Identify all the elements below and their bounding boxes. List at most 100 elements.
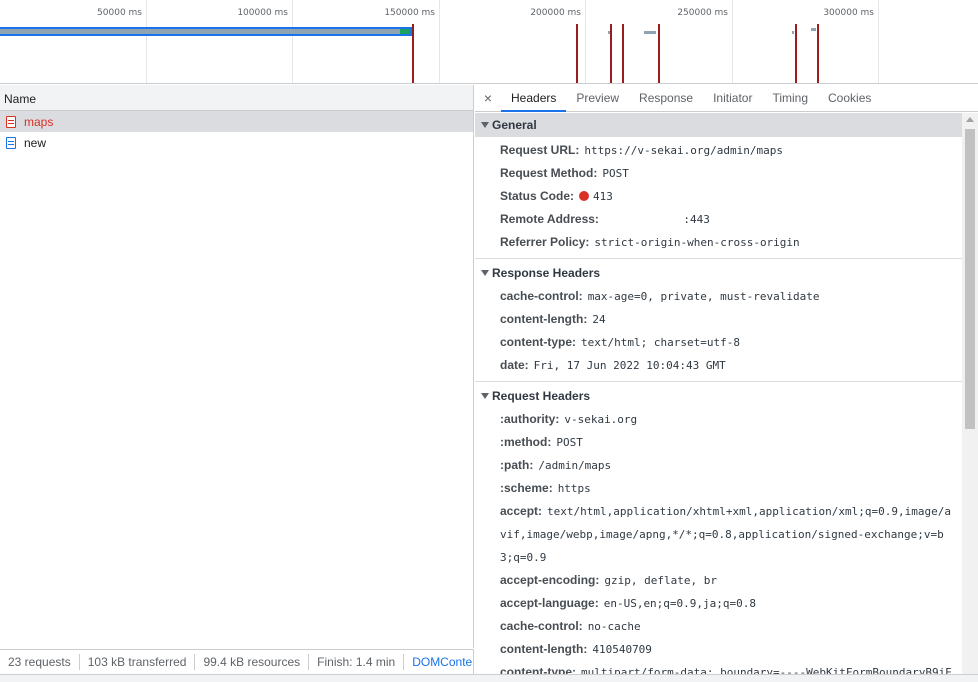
header-row: accept-encoding: gzip, deflate, br <box>475 569 962 592</box>
header-row: Status Code: 413 <box>475 185 962 208</box>
header-row: content-length: 410540709 <box>475 638 962 661</box>
request-headers-section-header[interactable]: Request Headers <box>475 384 962 408</box>
timeline-event-line <box>610 24 612 83</box>
header-row: content-type: multipart/form-data; bounda… <box>475 661 962 674</box>
resources-size: 99.4 kB resources <box>195 654 310 670</box>
request-mark <box>792 31 794 34</box>
header-key: Request URL: <box>500 143 580 157</box>
header-value[interactable]: text/html; charset=utf-8 <box>581 336 740 349</box>
timeline-event-line <box>576 24 578 83</box>
header-row: date: Fri, 17 Jun 2022 10:04:43 GMT <box>475 354 962 377</box>
header-key: :method: <box>500 435 552 449</box>
header-value[interactable]: Fri, 17 Jun 2022 10:04:43 GMT <box>534 359 726 372</box>
header-key: :scheme: <box>500 481 553 495</box>
header-value[interactable]: POST <box>602 167 629 180</box>
network-status-bar: 23 requests 103 kB transferred 99.4 kB r… <box>0 649 474 674</box>
header-row: cache-control: no-cache <box>475 615 962 638</box>
tick-label: 250000 ms <box>677 8 728 18</box>
tab-response[interactable]: Response <box>629 85 703 111</box>
request-row-new[interactable]: new <box>0 132 473 153</box>
general-section-header[interactable]: General <box>475 113 962 137</box>
request-details-panel: × Headers Preview Response Initiator Tim… <box>475 85 978 674</box>
header-value[interactable]: 410540709 <box>592 643 652 656</box>
timeline-event-line <box>795 24 797 83</box>
header-key: Remote Address: <box>500 212 599 226</box>
header-value[interactable]: 413 <box>593 190 613 203</box>
header-key: Status Code: <box>500 189 575 203</box>
details-tabbar: × Headers Preview Response Initiator Tim… <box>475 85 978 112</box>
header-row: Request Method: POST <box>475 162 962 185</box>
header-key: accept-language: <box>500 596 599 610</box>
name-column-header[interactable]: Name <box>0 85 473 111</box>
header-value[interactable]: text/html,application/xhtml+xml,applicat… <box>500 505 951 564</box>
domcontentloaded-link[interactable]: DOMConte <box>404 654 473 670</box>
header-value[interactable]: max-age=0, private, must-revalidate <box>588 290 820 303</box>
header-row: Request URL: https://v-sekai.org/admin/ma… <box>475 139 962 162</box>
network-overview-timeline[interactable]: 50000 ms 100000 ms 150000 ms 200000 ms 2… <box>0 0 978 84</box>
grid-line <box>439 0 440 83</box>
document-icon <box>6 115 16 128</box>
header-value[interactable]: /admin/maps <box>538 459 611 472</box>
timeline-event-line <box>658 24 660 83</box>
header-value[interactable]: 24 <box>592 313 605 326</box>
scroll-up-icon[interactable] <box>966 117 974 122</box>
header-value[interactable]: POST <box>556 436 583 449</box>
grid-line <box>732 0 733 83</box>
tick-label: 300000 ms <box>823 8 874 18</box>
document-icon <box>6 136 16 149</box>
header-key: accept: <box>500 504 543 518</box>
error-status-icon <box>579 191 590 201</box>
response-headers-section: Response Headers cache-control: max-age=0… <box>475 261 962 382</box>
header-row: accept: text/html,application/xhtml+xml,a… <box>475 500 962 569</box>
header-row: accept-language: en-US,en;q=0.9,ja;q=0.8 <box>475 592 962 615</box>
details-scrollbar[interactable] <box>962 113 978 674</box>
scrollbar-thumb[interactable] <box>965 129 975 429</box>
tick-label: 200000 ms <box>530 8 581 18</box>
tab-initiator[interactable]: Initiator <box>703 85 762 111</box>
header-key: :authority: <box>500 412 560 426</box>
grid-line <box>585 0 586 83</box>
header-row: Referrer Policy: strict-origin-when-cross… <box>475 231 962 254</box>
header-value[interactable]: v-sekai.org <box>564 413 637 426</box>
header-row: cache-control: max-age=0, private, must-r… <box>475 285 962 308</box>
header-row: :path: /admin/maps <box>475 454 962 477</box>
section-title: General <box>492 118 537 132</box>
request-name: new <box>24 135 47 150</box>
header-row: :authority: v-sekai.org <box>475 408 962 431</box>
triangle-down-icon <box>481 393 489 399</box>
header-value[interactable]: :443 <box>604 213 710 226</box>
response-headers-section-header[interactable]: Response Headers <box>475 261 962 285</box>
header-key: content-length: <box>500 312 588 326</box>
tab-cookies[interactable]: Cookies <box>818 85 881 111</box>
header-value[interactable]: strict-origin-when-cross-origin <box>594 236 799 249</box>
header-row: :scheme: https <box>475 477 962 500</box>
header-value[interactable]: en-US,en;q=0.9,ja;q=0.8 <box>604 597 756 610</box>
header-key: date: <box>500 358 529 372</box>
grid-line <box>292 0 293 83</box>
grid-line <box>878 0 879 83</box>
drawer-edge <box>0 674 978 682</box>
timeline-event-line <box>412 24 414 83</box>
triangle-down-icon <box>481 270 489 276</box>
triangle-down-icon <box>481 122 489 128</box>
tab-preview[interactable]: Preview <box>566 85 629 111</box>
headers-content: General Request URL: https://v-sekai.org/… <box>475 113 962 674</box>
header-value[interactable]: https://v-sekai.org/admin/maps <box>584 144 783 157</box>
tab-timing[interactable]: Timing <box>762 85 818 111</box>
grid-line <box>146 0 147 83</box>
request-list: Name maps new <box>0 85 474 648</box>
section-title: Response Headers <box>492 266 601 280</box>
request-row-maps[interactable]: maps <box>0 111 473 132</box>
tick-label: 100000 ms <box>237 8 288 18</box>
request-bar-download <box>400 29 410 34</box>
header-value[interactable]: https <box>558 482 591 495</box>
finish-time: Finish: 1.4 min <box>309 654 405 670</box>
header-key: content-length: <box>500 642 588 656</box>
request-name: maps <box>24 114 54 129</box>
header-value[interactable]: gzip, deflate, br <box>604 574 717 587</box>
header-value[interactable]: no-cache <box>588 620 641 633</box>
close-icon[interactable]: × <box>475 85 501 111</box>
tab-headers[interactable]: Headers <box>501 85 567 112</box>
header-key: content-type: <box>500 665 576 674</box>
general-section: General Request URL: https://v-sekai.org/… <box>475 113 962 259</box>
